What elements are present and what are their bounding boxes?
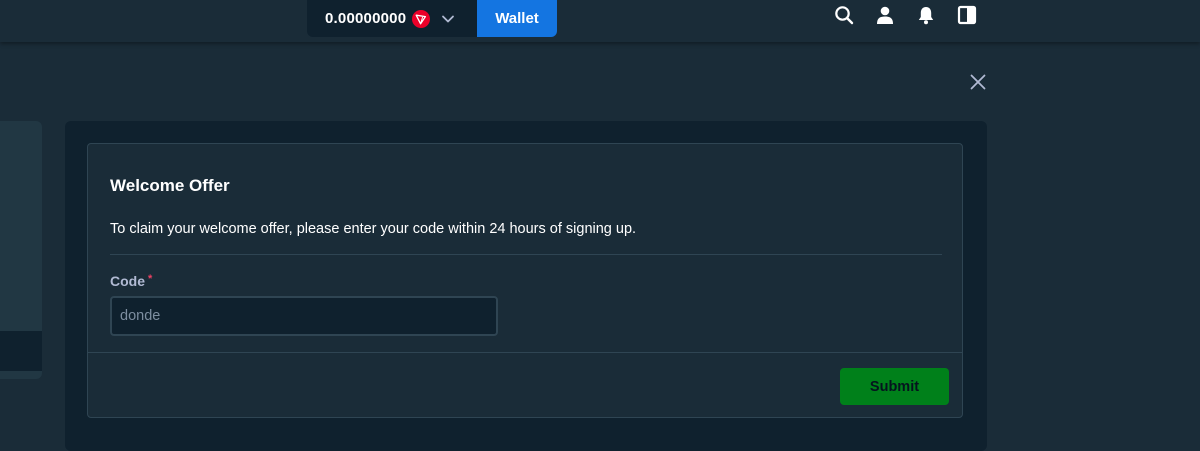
code-input[interactable] [110, 296, 498, 336]
code-label: Code * [110, 273, 152, 289]
top-bar: 0.00000000 Wallet [0, 0, 1200, 42]
welcome-offer-card: Welcome Offer To claim your welcome offe… [87, 143, 963, 418]
tron-icon [412, 9, 431, 28]
balance-selector[interactable]: 0.00000000 [307, 0, 477, 37]
welcome-offer-title: Welcome Offer [110, 176, 230, 195]
user-icon[interactable] [875, 5, 895, 25]
close-icon[interactable] [969, 73, 987, 91]
welcome-offer-description: To claim your welcome offer, please ente… [110, 221, 637, 237]
divider [88, 352, 962, 353]
code-label-text: Code [110, 273, 145, 289]
wallet-button[interactable]: Wallet [477, 0, 557, 37]
sidebar-toggle-icon[interactable] [957, 5, 977, 25]
chevron-down-icon [442, 15, 455, 22]
bell-icon[interactable] [916, 5, 936, 25]
background-panel [0, 121, 42, 379]
search-icon[interactable] [834, 5, 854, 25]
divider [110, 254, 942, 255]
balance-amount: 0.00000000 [325, 10, 407, 27]
submit-button[interactable]: Submit [840, 368, 949, 405]
required-mark: * [148, 273, 153, 285]
background-panel-strip [0, 331, 42, 371]
